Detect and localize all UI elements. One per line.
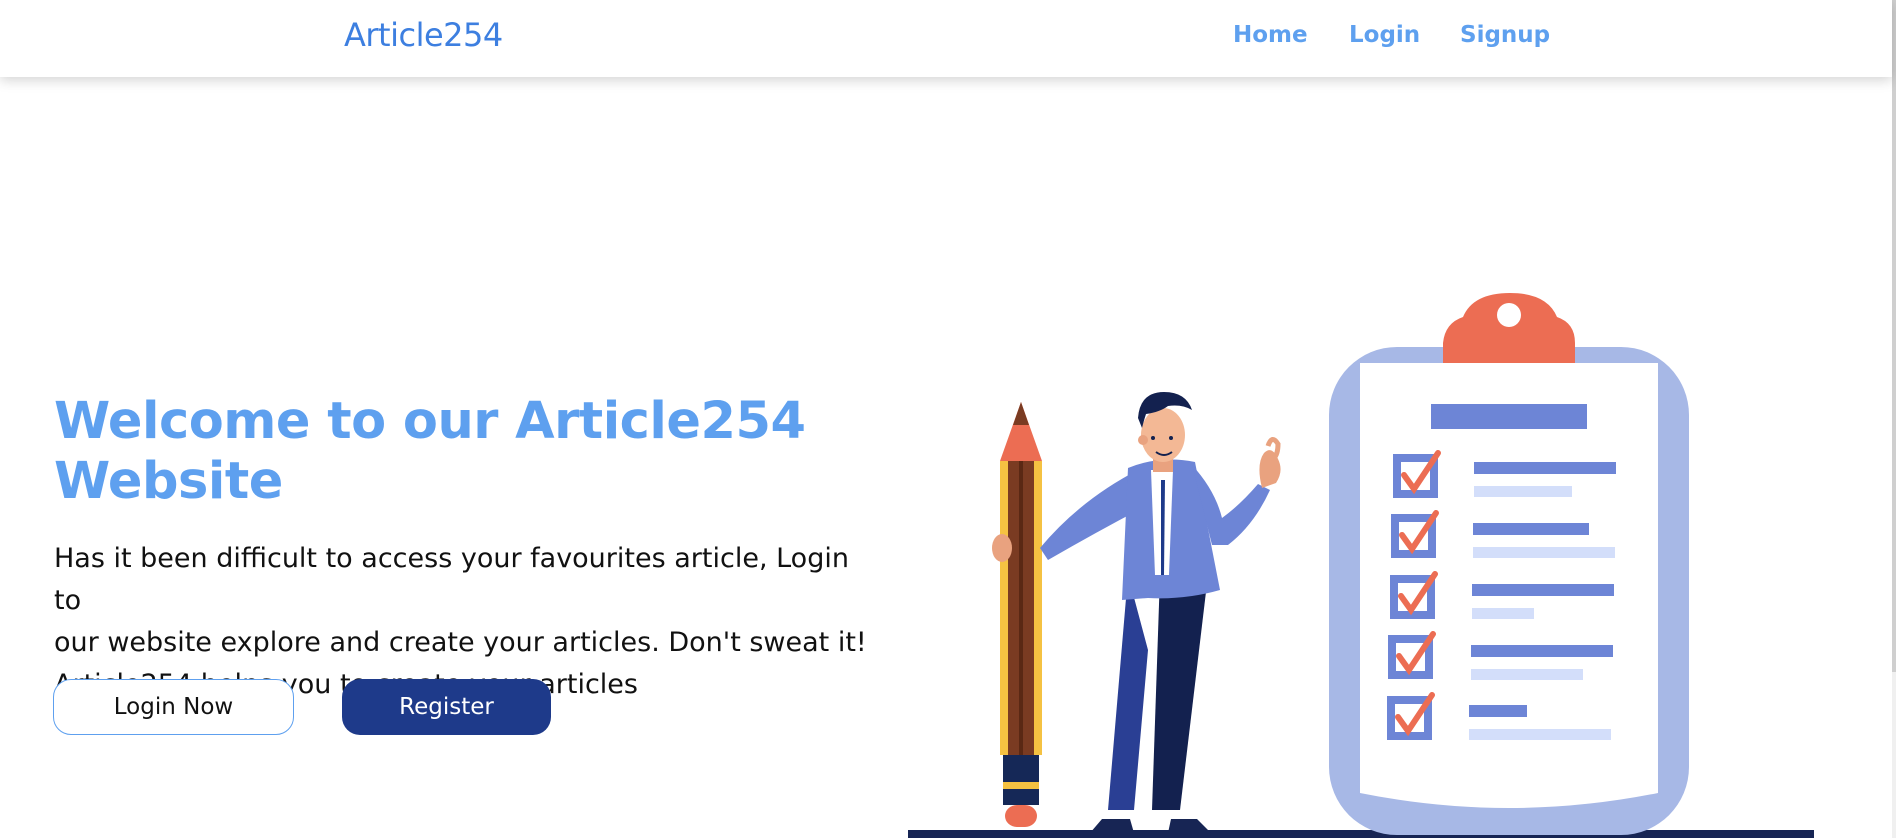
page-scrollbar[interactable] xyxy=(1892,0,1896,838)
hero-illustration xyxy=(908,293,1814,838)
clipboard-icon xyxy=(1329,293,1689,835)
hero-title: Welcome to our Article254 Website xyxy=(54,392,814,512)
register-button[interactable]: Register xyxy=(342,679,551,735)
login-now-button[interactable]: Login Now xyxy=(53,679,294,735)
hero-title-line-1: Welcome to our Article254 xyxy=(54,392,806,451)
nav-login-link[interactable]: Login xyxy=(1349,22,1420,48)
pencil-icon xyxy=(1000,402,1042,827)
hero-desc-line-2: our website explore and create your arti… xyxy=(54,627,867,658)
floor-line xyxy=(908,830,1814,838)
brand-logo-link[interactable]: Article254 xyxy=(344,16,503,54)
nav-home-link[interactable]: Home xyxy=(1233,22,1308,48)
top-navbar: Article254 Home Login Signup xyxy=(0,0,1892,77)
scrollbar-thumb[interactable] xyxy=(1892,0,1896,672)
nav-signup-link[interactable]: Signup xyxy=(1460,22,1550,48)
hero-desc-line-1: Has it been difficult to access your fav… xyxy=(54,543,849,616)
hero-title-line-2: Website xyxy=(54,452,283,511)
